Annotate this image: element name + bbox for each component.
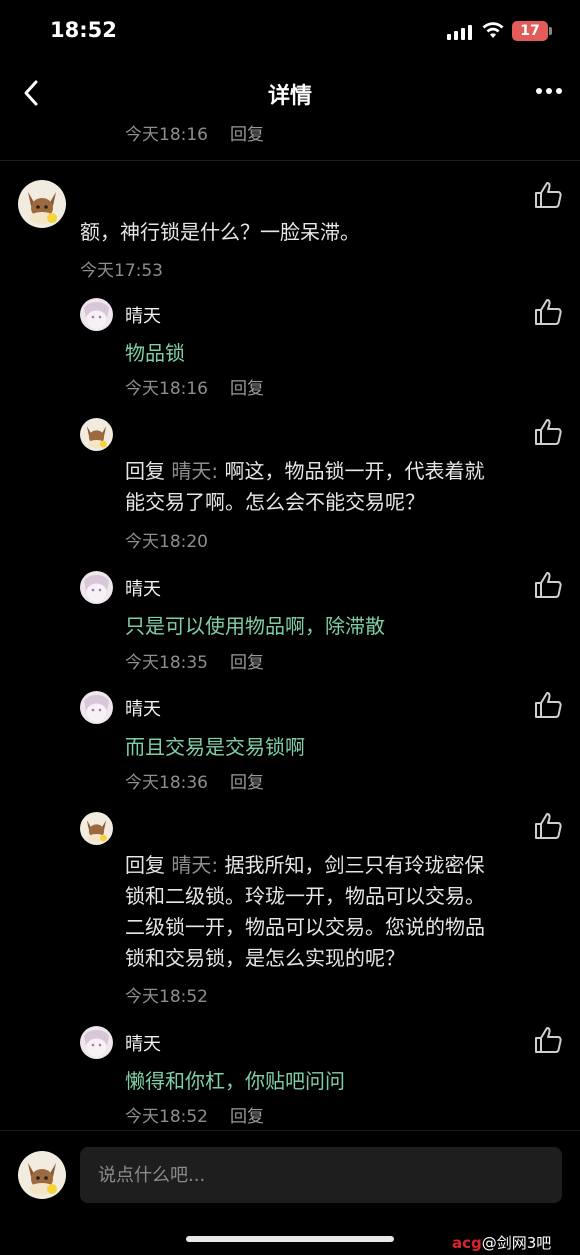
like-thumb-icon[interactable] <box>533 180 563 210</box>
reply-text: 懒得和你杠，你贴吧问问 <box>125 1069 345 1093</box>
reply-time: 今天18:36 <box>125 773 208 793</box>
avatar-eevee[interactable] <box>18 180 66 228</box>
wifi-icon <box>482 22 504 38</box>
reply-button[interactable]: 回复 <box>230 1107 264 1127</box>
like-thumb-icon[interactable] <box>533 570 563 600</box>
reply-text: 只是可以使用物品啊，除滞散 <box>125 614 385 638</box>
watermark-text: @剑网3吧 <box>481 1234 552 1252</box>
avatar-qingtian[interactable] <box>80 1026 113 1059</box>
like-thumb-icon[interactable] <box>533 690 563 720</box>
reply-username[interactable]: 晴天 <box>125 575 161 601</box>
reply-target-user[interactable]: 晴天: <box>171 853 218 877</box>
home-indicator[interactable] <box>186 1236 394 1242</box>
qingtian-avatar-image <box>80 571 113 604</box>
reply-text: 回复 晴天: 据我所知，剑三只有玲珑密保 锁和二级锁。玲珑一开，物品可以交易。 … <box>125 850 485 974</box>
reply-text-line: 能交易了啊。怎么会不能交易呢？ <box>125 490 425 514</box>
avatar-qingtian[interactable] <box>80 691 113 724</box>
comment-meta: 今天18:16 回复 <box>125 120 264 145</box>
reply-meta: 今天18:52 回复 <box>125 1102 264 1127</box>
reply-time: 今天18:35 <box>125 653 208 673</box>
reply-button[interactable]: 回复 <box>230 125 264 145</box>
reply-button[interactable]: 回复 <box>230 379 264 399</box>
reply-prefix: 回复 <box>125 853 165 877</box>
reply-time: 今天18:52 <box>125 987 208 1007</box>
watermark: acg@剑网3吧 <box>452 1232 551 1253</box>
eevee-avatar-image <box>18 1151 66 1199</box>
reply-time: 今天18:52 <box>125 1107 208 1127</box>
battery-cap <box>549 27 552 35</box>
reply-username[interactable]: 晴天 <box>125 302 161 328</box>
comment-input-container[interactable] <box>80 1147 562 1203</box>
reply-text-line: 据我所知，剑三只有玲珑密保 <box>224 853 485 877</box>
reply-username[interactable]: 晴天 <box>125 695 161 721</box>
battery-icon: 17 <box>512 21 548 41</box>
comment-time: 今天17:53 <box>80 261 163 281</box>
reply-text: 回复 晴天: 啊这，物品锁一开，代表着就 能交易了啊。怎么会不能交易呢？ <box>125 456 484 518</box>
eevee-avatar-image <box>18 180 66 228</box>
reply-text-line: 二级锁一开，物品可以交易。您说的物品 <box>125 915 485 939</box>
avatar-eevee[interactable] <box>80 418 113 451</box>
reply-text: 而且交易是交易锁啊 <box>125 735 305 759</box>
reply-username[interactable]: 晴天 <box>125 1030 161 1056</box>
like-thumb-icon[interactable] <box>533 417 563 447</box>
comment-text: 额，神行锁是什么？一脸呆滞。 <box>80 220 360 244</box>
reply-time: 今天18:20 <box>125 532 208 552</box>
qingtian-avatar-image <box>80 298 113 331</box>
reply-prefix: 回复 <box>125 459 165 483</box>
eevee-avatar-image <box>80 418 113 451</box>
cellular-signal-icon <box>447 24 473 40</box>
avatar-eevee[interactable] <box>80 812 113 845</box>
reply-text-line: 啊这，物品锁一开，代表着就 <box>224 459 485 483</box>
page-title: 详情 <box>267 84 312 109</box>
avatar-qingtian[interactable] <box>80 298 113 331</box>
reply-time: 今天18:16 <box>125 379 208 399</box>
like-thumb-icon[interactable] <box>533 1025 563 1055</box>
like-thumb-icon[interactable] <box>533 297 563 327</box>
qingtian-avatar-image <box>80 691 113 724</box>
reply-text-line: 锁和二级锁。玲珑一开，物品可以交易。 <box>125 884 485 908</box>
reply-target-user[interactable]: 晴天: <box>171 459 218 483</box>
divider <box>0 160 580 161</box>
avatar-qingtian[interactable] <box>80 571 113 604</box>
qingtian-avatar-image <box>80 1026 113 1059</box>
my-avatar[interactable] <box>18 1151 66 1199</box>
divider <box>0 1130 580 1131</box>
reply-meta: 今天18:35 回复 <box>125 648 264 673</box>
reply-button[interactable]: 回复 <box>230 653 264 673</box>
more-options-icon[interactable] <box>536 88 564 96</box>
reply-text-line: 锁和交易锁，是怎么实现的呢？ <box>125 946 405 970</box>
eevee-avatar-image <box>80 812 113 845</box>
like-thumb-icon[interactable] <box>533 811 563 841</box>
reply-text: 物品锁 <box>125 341 185 365</box>
comment-input[interactable] <box>80 1147 562 1203</box>
reply-button[interactable]: 回复 <box>230 773 264 793</box>
comment-time: 今天18:16 <box>125 125 208 145</box>
reply-meta: 今天18:16 回复 <box>125 374 264 399</box>
status-time: 18:52 <box>50 18 117 42</box>
watermark-text: acg <box>452 1234 482 1252</box>
reply-meta: 今天18:36 回复 <box>125 768 264 793</box>
